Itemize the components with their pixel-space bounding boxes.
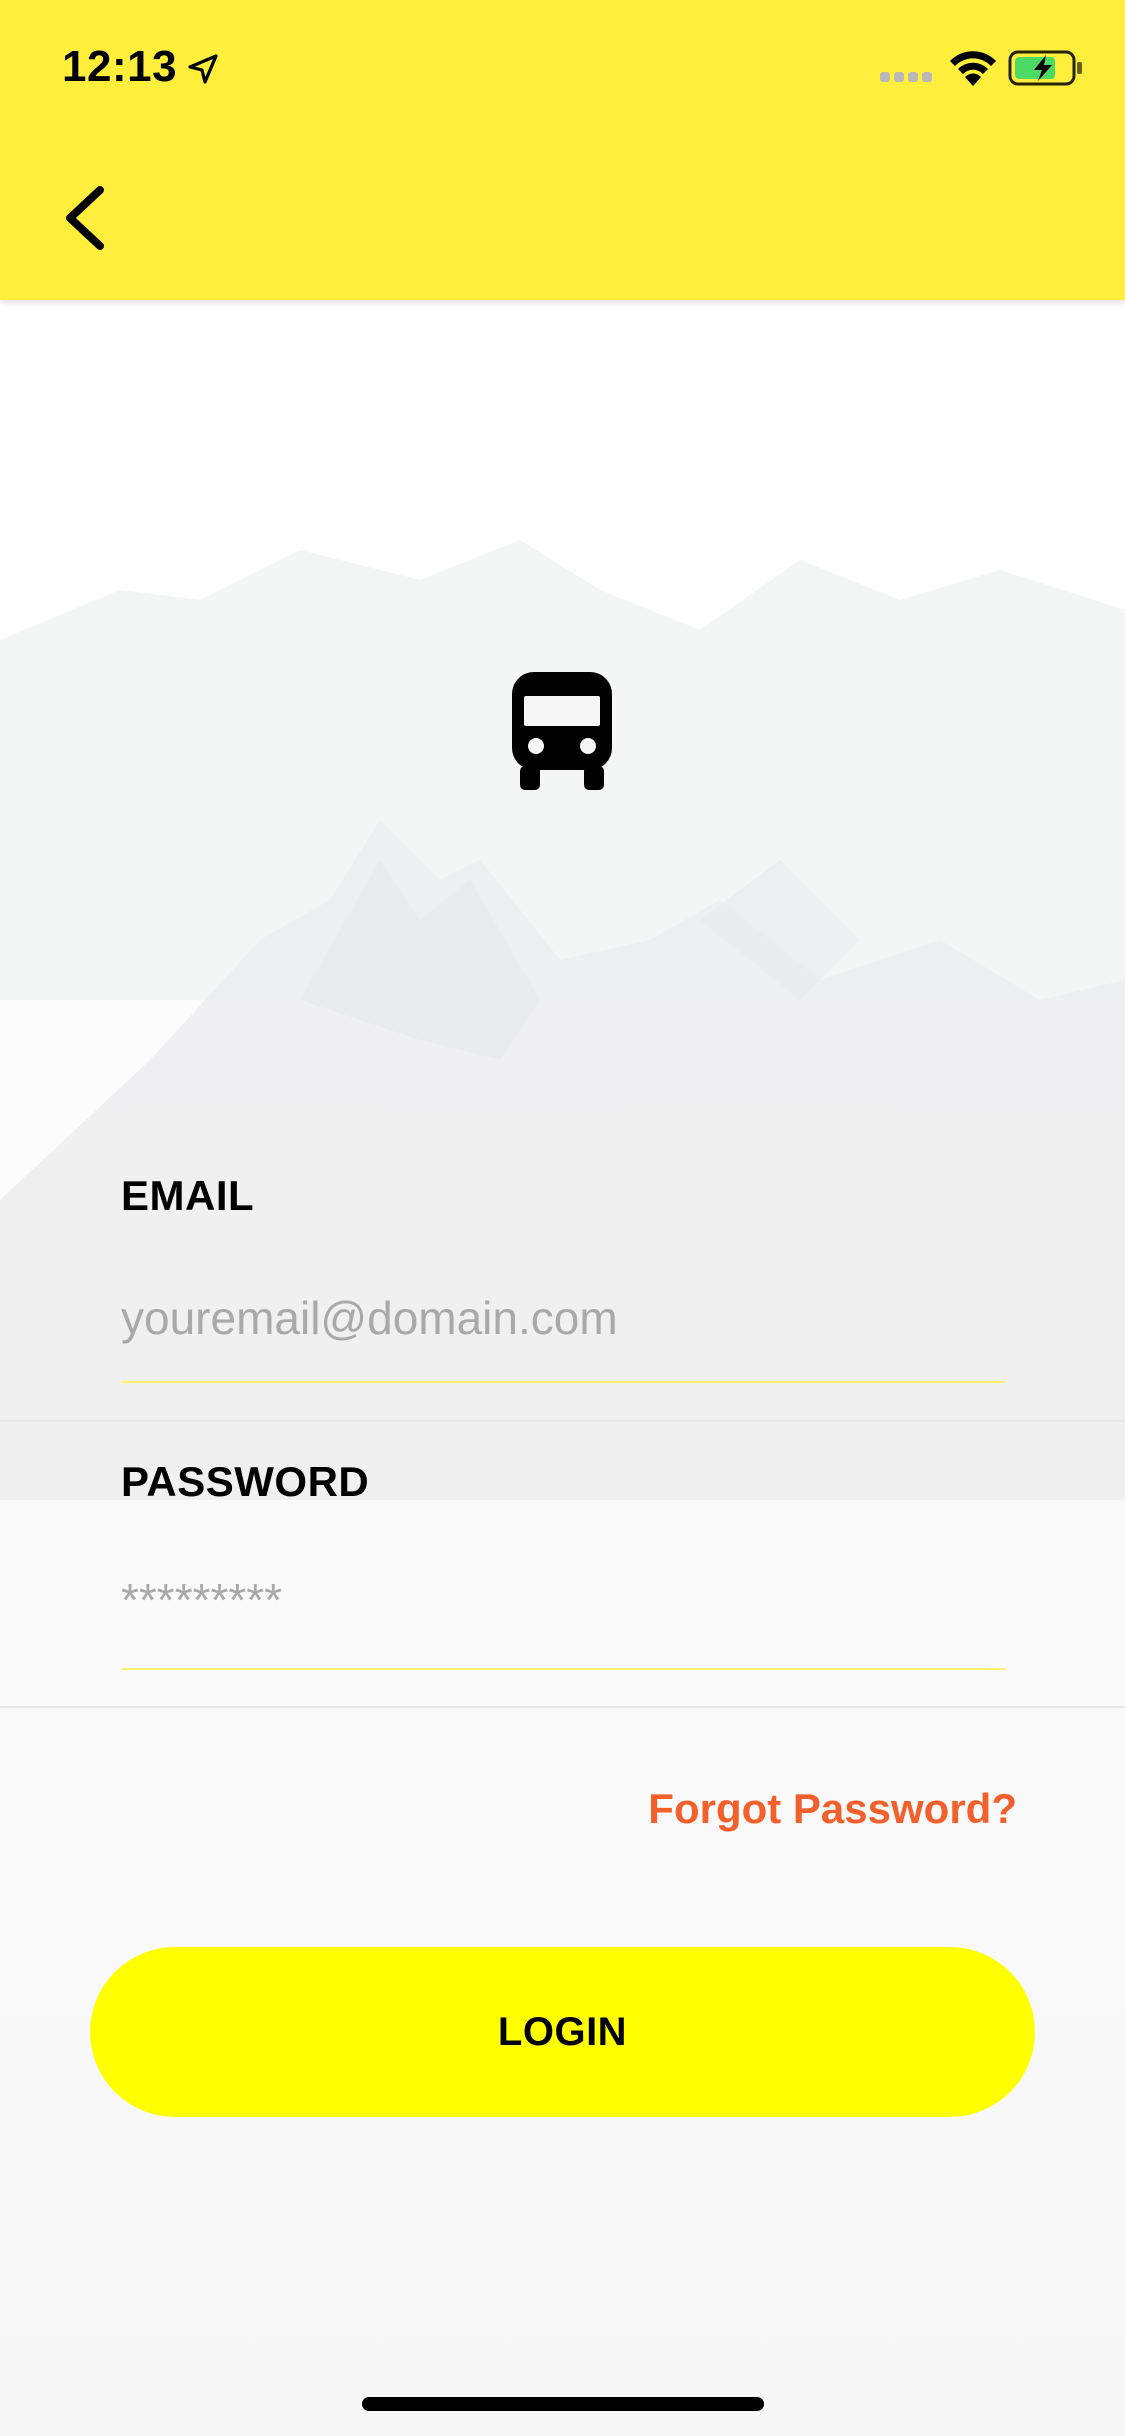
bus-icon bbox=[512, 672, 612, 790]
location-arrow-icon bbox=[188, 54, 218, 84]
divider bbox=[0, 1420, 1125, 1422]
home-indicator[interactable] bbox=[362, 2397, 764, 2411]
cellular-signal-icon bbox=[880, 72, 932, 82]
chevron-left-icon bbox=[66, 186, 104, 250]
email-field[interactable] bbox=[121, 1278, 1005, 1358]
login-button[interactable]: LOGIN bbox=[90, 1947, 1035, 2117]
email-label: EMAIL bbox=[121, 1172, 255, 1219]
password-label: PASSWORD bbox=[121, 1458, 370, 1505]
password-field[interactable] bbox=[121, 1560, 1005, 1640]
wifi-icon bbox=[950, 51, 996, 86]
divider bbox=[0, 1706, 1125, 1708]
password-underline bbox=[121, 1668, 1005, 1670]
status-time: 12:13 bbox=[62, 42, 178, 91]
back-button[interactable] bbox=[54, 176, 118, 260]
battery-charging-icon bbox=[1008, 50, 1082, 86]
status-bar: 12:13 bbox=[0, 0, 1125, 135]
email-underline bbox=[121, 1381, 1005, 1383]
app-header: 12:13 bbox=[0, 0, 1125, 300]
forgot-password-link[interactable]: Forgot Password? bbox=[648, 1785, 1017, 1833]
